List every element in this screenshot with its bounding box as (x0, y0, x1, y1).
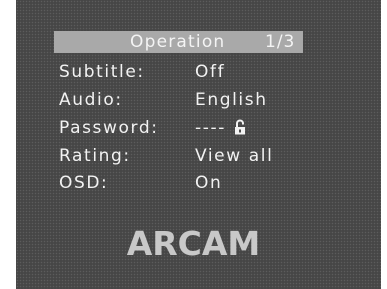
menu-item-audio[interactable]: Audio: English (16, 89, 381, 113)
password-value: ---- (195, 118, 226, 138)
menu-item-osd[interactable]: OSD: On (16, 172, 381, 196)
menu-page-indicator: 1/3 (265, 32, 296, 52)
menu-item-subtitle[interactable]: Subtitle: Off (16, 61, 381, 85)
menu-item-label: Password: (59, 118, 159, 138)
menu-item-value: English (195, 90, 268, 110)
menu-title-bar: Operation 1/3 (54, 31, 303, 53)
menu-item-value: View all (195, 146, 274, 166)
menu-item-label: OSD: (59, 173, 109, 193)
menu-item-value-wrap: ---- (195, 117, 246, 139)
menu-item-label: Subtitle: (59, 62, 145, 82)
osd-screen: Operation 1/3 Subtitle: Off Audio: Engli… (16, 0, 381, 289)
menu-item-value: Off (195, 62, 226, 82)
menu-item-value: On (195, 173, 223, 193)
open-padlock-icon (234, 119, 246, 135)
menu-item-rating[interactable]: Rating: View all (16, 145, 381, 169)
menu-item-password[interactable]: Password: ---- (16, 117, 381, 141)
menu-item-label: Rating: (59, 146, 131, 166)
arcam-logo: ARCAM (126, 224, 261, 263)
menu-item-label: Audio: (59, 90, 123, 110)
menu-title: Operation (130, 32, 226, 52)
